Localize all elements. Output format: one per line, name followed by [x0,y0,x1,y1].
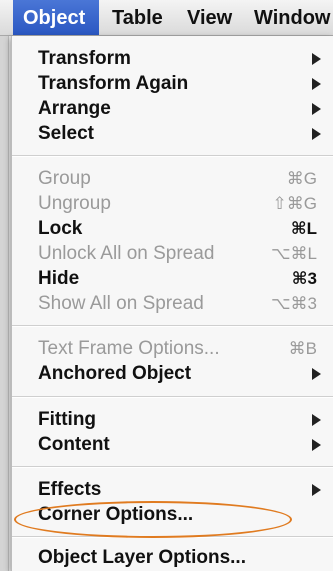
submenu-arrow-icon [312,439,321,451]
menu-item-ungroup[interactable]: Ungroup ⇧⌘G [12,191,333,216]
menu-item-transform[interactable]: Transform [12,46,333,71]
menu-item-unlock-all-on-spread[interactable]: Unlock All on Spread ⌥⌘L [12,241,333,266]
menu-item-label: Group [38,168,91,189]
menu-item-shortcut: ⌘G [286,169,317,188]
menu-item-fitting[interactable]: Fitting [12,407,333,432]
menu-item-label: Ungroup [38,193,111,214]
menu-item-label: Effects [38,479,102,500]
menu-item-label: Lock [38,218,83,239]
menu-item-object-layer-options[interactable]: Object Layer Options... [12,545,333,570]
menu-separator [12,466,333,467]
menu-item-label: Content [38,434,110,455]
menu-item-content[interactable]: Content [12,432,333,457]
menu-item-shortcut: ⌘L [290,219,317,238]
menubar-object[interactable]: Object [13,0,99,35]
submenu-arrow-icon [312,78,321,90]
menu-item-show-all-on-spread[interactable]: Show All on Spread ⌥⌘3 [12,291,333,316]
submenu-arrow-icon [312,484,321,496]
menu-item-shortcut: ⌘3 [291,269,317,288]
menu-item-shortcut: ⌘B [288,339,317,358]
menu-item-label: Select [38,123,94,144]
submenu-arrow-icon [312,414,321,426]
menu-separator [12,396,333,397]
menu-item-arrange[interactable]: Arrange [12,96,333,121]
menu-item-shortcut: ⌥⌘L [270,244,317,263]
submenu-arrow-icon [312,128,321,140]
menu-item-transform-again[interactable]: Transform Again [12,71,333,96]
menu-item-label: Corner Options... [38,504,194,525]
menu-item-label: Object Layer Options... [38,547,246,568]
menu-item-label: Hide [38,268,80,289]
menu-item-shortcut: ⌥⌘3 [270,294,317,313]
menu-item-lock[interactable]: Lock ⌘L [12,216,333,241]
menubar-window[interactable]: Window [254,0,330,35]
submenu-arrow-icon [312,103,321,115]
menu-item-label: Arrange [38,98,111,119]
menu-separator [12,325,333,326]
document-ruler [0,36,9,571]
menu-item-label: Text Frame Options... [38,338,220,359]
menu-item-label: Fitting [38,409,97,430]
menu-item-shortcut: ⇧⌘G [272,194,317,213]
submenu-arrow-icon [312,368,321,380]
menubar-view[interactable]: View [187,0,232,35]
menu-separator [12,536,333,537]
menu-item-label: Transform [38,48,131,69]
menu-item-corner-options[interactable]: Corner Options... [12,502,333,527]
menu-item-group[interactable]: Group ⌘G [12,166,333,191]
menu-item-label: Transform Again [38,73,189,94]
submenu-arrow-icon [312,53,321,65]
menu-item-hide[interactable]: Hide ⌘3 [12,266,333,291]
menu-item-label: Anchored Object [38,363,192,384]
menu-bar: Object Table View Window [0,0,333,36]
menubar-table[interactable]: Table [112,0,163,35]
menu-item-select[interactable]: Select [12,121,333,146]
menu-item-effects[interactable]: Effects [12,477,333,502]
menu-item-label: Unlock All on Spread [38,243,215,264]
menu-item-text-frame-options[interactable]: Text Frame Options... ⌘B [12,336,333,361]
menu-item-label: Show All on Spread [38,293,204,314]
menu-separator [12,155,333,156]
object-dropdown-menu: Transform Transform Again Arrange Select… [12,36,333,571]
menu-item-anchored-object[interactable]: Anchored Object [12,361,333,386]
